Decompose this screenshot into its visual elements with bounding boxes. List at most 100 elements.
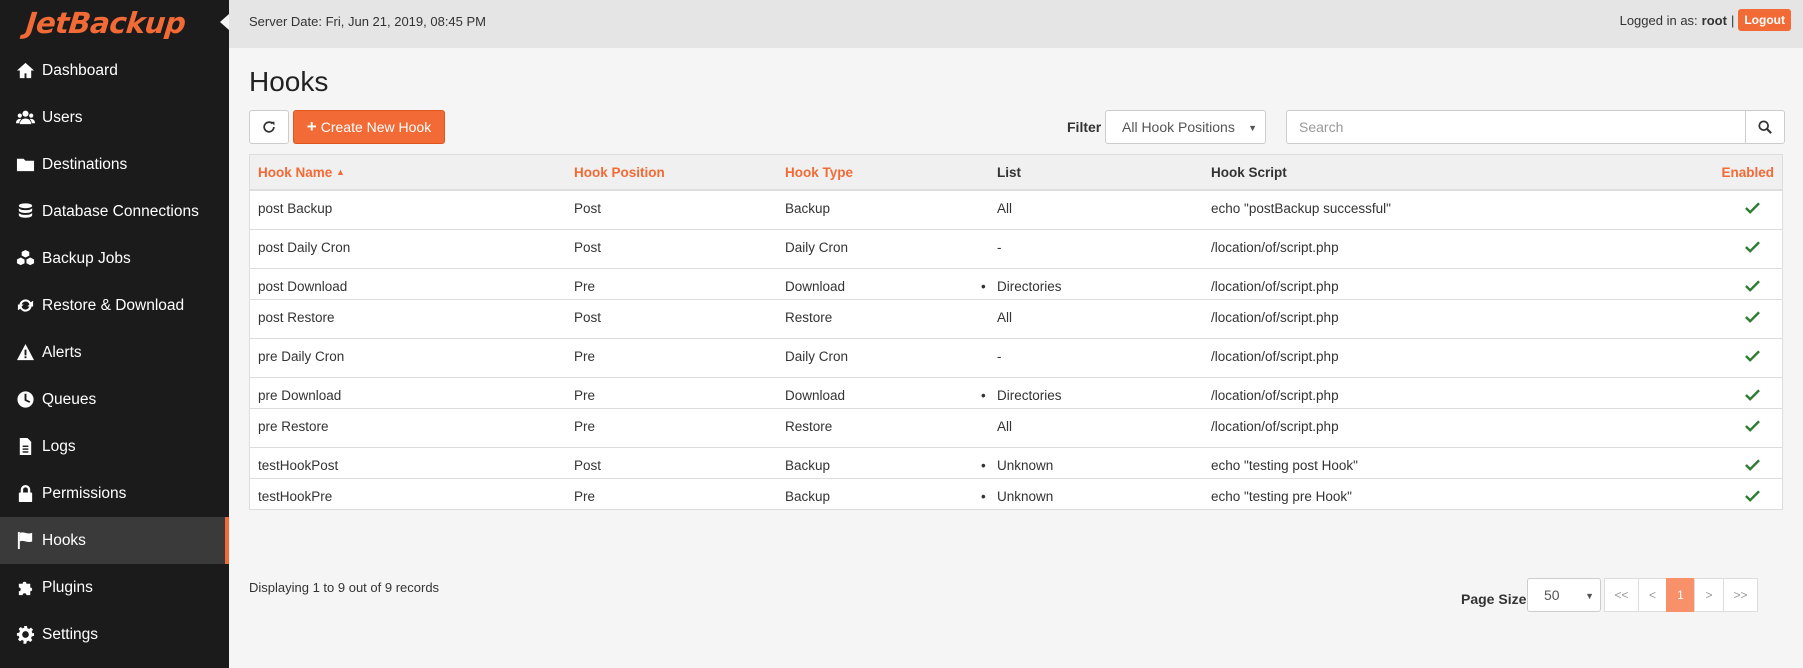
check-icon bbox=[1745, 419, 1760, 432]
search-button[interactable] bbox=[1745, 110, 1785, 144]
check-icon bbox=[1745, 279, 1760, 292]
cell-hook-name: testHookPost bbox=[258, 457, 339, 473]
next-page-button[interactable]: > bbox=[1694, 578, 1724, 612]
column-header-list: List bbox=[997, 164, 1022, 180]
cell-hook-position: Post bbox=[574, 239, 602, 255]
username: root bbox=[1701, 12, 1727, 28]
cell-hook-name: pre Daily Cron bbox=[258, 348, 345, 364]
sidebar-item-label: Hooks bbox=[42, 531, 86, 549]
cell-hook-position: Pre bbox=[574, 348, 596, 364]
prev-page-button[interactable]: < bbox=[1638, 578, 1667, 612]
puzzle-icon bbox=[14, 578, 36, 598]
check-icon bbox=[1745, 388, 1760, 401]
logo[interactable]: JetBackup bbox=[0, 0, 229, 46]
cell-enabled bbox=[1523, 268, 1782, 299]
cell-hook-type: Download bbox=[785, 278, 846, 294]
table-row[interactable]: pre Restore Pre Restore All/location/of/scr… bbox=[250, 408, 1782, 447]
sidebar-item-permissions[interactable]: Permissions bbox=[0, 470, 229, 517]
first-page-button[interactable]: << bbox=[1604, 578, 1639, 612]
cell-hook-name: post Backup bbox=[258, 201, 333, 216]
column-header-hook-type[interactable]: Hook Type bbox=[777, 155, 989, 190]
refresh-button[interactable] bbox=[249, 110, 289, 144]
table-row[interactable]: testHookPost Post Backup • Unknown echo "test… bbox=[250, 447, 1782, 478]
table-row[interactable]: pre Daily Cron Pre Daily Cron - /location/of… bbox=[250, 338, 1782, 377]
filter-value: All Hook Positions bbox=[1122, 119, 1235, 135]
top-bar: Server Date: Fri, Jun 21, 2019, 08:45 PM… bbox=[229, 0, 1803, 48]
table-row[interactable]: post Restore Post Restore All/location/of/s… bbox=[250, 299, 1782, 338]
cell-hook-position: Pre bbox=[574, 488, 596, 504]
sidebar-item-alerts[interactable]: Alerts bbox=[0, 329, 229, 376]
column-header-enabled[interactable]: Enabled bbox=[1523, 155, 1782, 190]
cell-list-value: All bbox=[997, 201, 1013, 216]
cell-hook-position: Post bbox=[574, 201, 602, 216]
page-button[interactable]: 1 bbox=[1666, 578, 1695, 612]
cell-hook-name: post Download bbox=[258, 278, 348, 294]
sidebar-item-users[interactable]: Users bbox=[0, 94, 229, 141]
bullet-icon: • bbox=[981, 387, 986, 403]
cell-hook-name: testHookPre bbox=[258, 488, 333, 504]
check-icon bbox=[1745, 202, 1760, 214]
caret-down-icon: ▼ bbox=[1248, 123, 1257, 133]
cell-list: • Directories bbox=[981, 377, 1203, 408]
table-row[interactable]: testHookPre Pre Backup • Unknown echo "testin… bbox=[250, 478, 1782, 509]
cell-list-value: - bbox=[997, 348, 1002, 364]
bullet-icon: • bbox=[981, 278, 986, 294]
cell-enabled bbox=[1523, 299, 1782, 338]
sidebar-item-settings[interactable]: Settings bbox=[0, 611, 229, 658]
login-info: Logged in as: root | Logout bbox=[1620, 9, 1791, 31]
cell-hook-script: /location/of/script.php bbox=[1211, 278, 1339, 294]
sidebar-item-plugins[interactable]: Plugins bbox=[0, 564, 229, 611]
cell-hook-type: Restore bbox=[785, 309, 833, 325]
cell-list: All bbox=[989, 408, 1203, 447]
sidebar-item-hooks[interactable]: Hooks bbox=[0, 517, 229, 564]
sidebar-item-label: Dashboard bbox=[42, 61, 118, 79]
create-new-hook-button[interactable]: + Create New Hook bbox=[293, 110, 445, 144]
records-summary: Displaying 1 to 9 out of 9 records bbox=[249, 580, 440, 595]
check-icon bbox=[1745, 489, 1760, 502]
page-size-select[interactable]: 50 ▼ bbox=[1527, 578, 1601, 612]
cell-enabled bbox=[1523, 377, 1782, 408]
table-row[interactable]: post Backup Post Backup All echo "postBackup… bbox=[250, 190, 1782, 229]
sidebar-item-backup-jobs[interactable]: Backup Jobs bbox=[0, 235, 229, 282]
sidebar-item-label: Permissions bbox=[42, 484, 127, 502]
cell-hook-type: Backup bbox=[785, 457, 831, 473]
column-header-hook-position[interactable]: Hook Position bbox=[566, 155, 777, 190]
table-row[interactable]: post Daily Cron Post Daily Cron - /location/… bbox=[250, 229, 1782, 268]
cell-enabled bbox=[1523, 478, 1782, 509]
hook-position-filter[interactable]: All Hook Positions ▼ bbox=[1105, 110, 1266, 144]
sidebar-item-queues[interactable]: Queues bbox=[0, 376, 229, 423]
cell-hook-script: /location/of/script.php bbox=[1211, 309, 1339, 325]
cell-list: All bbox=[989, 190, 1203, 229]
check-icon bbox=[1745, 458, 1760, 471]
cell-hook-script: echo "testing pre Hook" bbox=[1211, 488, 1352, 504]
cell-enabled bbox=[1523, 338, 1782, 377]
logged-in-label: Logged in as: bbox=[1619, 12, 1698, 28]
cell-hook-type: Daily Cron bbox=[785, 239, 849, 255]
sidebar: JetBackup Dashboard Users Destinations Data… bbox=[0, 0, 229, 668]
cell-hook-script: /location/of/script.php bbox=[1211, 348, 1339, 364]
sidebar-item-restore-download[interactable]: Restore & Download bbox=[0, 282, 229, 329]
cell-hook-type: Daily Cron bbox=[785, 348, 849, 364]
cell-list: • Unknown bbox=[981, 447, 1203, 478]
hooks-table: Hook Name ▲ Hook Position Hook Type List… bbox=[249, 154, 1783, 510]
refresh-icon bbox=[14, 296, 36, 316]
sidebar-nav: Dashboard Users Destinations Database Conne… bbox=[0, 47, 229, 658]
cell-enabled bbox=[1523, 447, 1782, 478]
sidebar-item-dashboard[interactable]: Dashboard bbox=[0, 47, 229, 94]
logout-button[interactable]: Logout bbox=[1738, 9, 1791, 31]
search-input[interactable]: Search bbox=[1286, 110, 1746, 144]
last-page-button[interactable]: >> bbox=[1723, 578, 1758, 612]
cell-hook-position: Pre bbox=[574, 418, 596, 434]
file-icon bbox=[14, 437, 36, 457]
sidebar-item-logs[interactable]: Logs bbox=[0, 423, 229, 470]
sidebar-item-database-connections[interactable]: Database Connections bbox=[0, 188, 229, 235]
table-row[interactable]: post Download Pre Download • Directories/loc… bbox=[250, 268, 1782, 299]
table-row[interactable]: pre Download Pre Download • Directories/loca… bbox=[250, 377, 1782, 408]
cell-enabled bbox=[1523, 408, 1782, 447]
folder-icon bbox=[14, 155, 36, 175]
column-header-hook-name[interactable]: Hook Name ▲ bbox=[250, 155, 566, 190]
sidebar-item-destinations[interactable]: Destinations bbox=[0, 141, 229, 188]
caret-down-icon: ▼ bbox=[1585, 591, 1594, 601]
plus-icon: + bbox=[306, 117, 317, 136]
database-icon bbox=[14, 202, 36, 222]
